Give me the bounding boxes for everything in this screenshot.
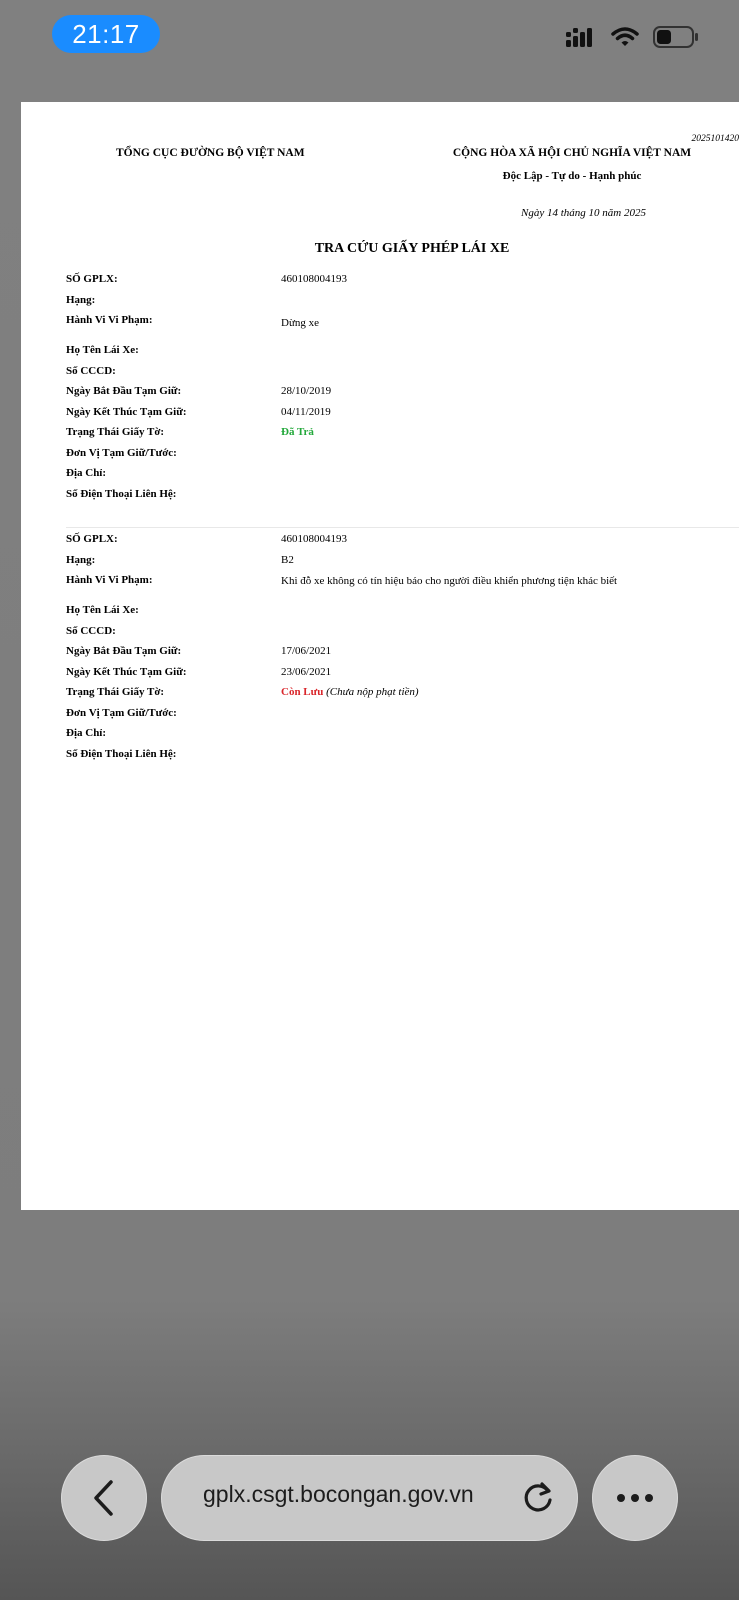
hold-end-date: 23/06/2021 [281, 666, 332, 678]
license-number: 460108004193 [281, 533, 347, 545]
address-bar[interactable]: gplx.csgt.bocongan.gov.vn [161, 1455, 578, 1541]
field-label: Hạng: [66, 554, 96, 566]
license-class: B2 [281, 554, 294, 566]
field-label: SỐ GPLX: [66, 273, 118, 285]
issuing-agency: TỔNG CỤC ĐƯỜNG BỘ VIỆT NAM [116, 147, 305, 159]
field-label: Hành Vi Vi Phạm: [66, 314, 153, 326]
wifi-icon [611, 27, 639, 46]
status-badge: Đã Trả [281, 426, 314, 438]
field-label: Ngày Bắt Đầu Tạm Giữ: [66, 645, 182, 657]
hold-start-date: 28/10/2019 [281, 385, 332, 397]
document-date: Ngày 14 tháng 10 năm 2025 [521, 207, 646, 219]
violation-text: Khi đỗ xe không có tín hiệu báo cho ngườ… [281, 575, 618, 587]
national-title: CỘNG HÒA XÃ HỘI CHỦ NGHĨA VIỆT NAM [452, 147, 692, 159]
field-label: Số CCCD: [66, 625, 116, 637]
record-divider [66, 527, 739, 528]
more-icon [617, 1494, 653, 1502]
hold-end-date: 04/11/2019 [281, 406, 331, 418]
signal-icon [566, 28, 592, 47]
back-chevron-icon [94, 1480, 113, 1516]
field-label: Ngày Bắt Đầu Tạm Giữ: [66, 385, 182, 397]
reload-icon[interactable] [520, 1480, 556, 1516]
status-icons [565, 26, 699, 48]
document-code: 2025101420 [691, 134, 739, 144]
hold-start-date: 17/06/2021 [281, 645, 332, 657]
url-text[interactable]: gplx.csgt.bocongan.gov.vn [203, 1481, 474, 1508]
field-label: Hành Vi Vi Phạm: [66, 574, 153, 586]
license-number: 460108004193 [281, 273, 347, 285]
field-label: SỐ GPLX: [66, 533, 118, 545]
status-time: 21:17 [52, 15, 160, 53]
document-status: Đã Trả [281, 426, 314, 438]
document-status: Còn Lưu (Chưa nộp phạt tiền) [281, 686, 419, 698]
field-label: Họ Tên Lái Xe: [66, 604, 139, 616]
status-note: (Chưa nộp phạt tiền) [326, 686, 419, 698]
field-label: Ngày Kết Thúc Tạm Giữ: [66, 406, 187, 418]
national-motto: Độc Lập - Tự do - Hạnh phúc [502, 170, 642, 182]
field-label: Họ Tên Lái Xe: [66, 344, 139, 356]
back-button[interactable] [61, 1455, 147, 1541]
field-label: Đơn Vị Tạm Giữ/Tước: [66, 707, 177, 719]
field-label: Trạng Thái Giấy Tờ: [66, 686, 165, 698]
violation-text: Dừng xe [281, 317, 320, 329]
more-button[interactable] [592, 1455, 678, 1541]
battery-icon [653, 26, 698, 48]
status-badge: Còn Lưu [281, 686, 324, 698]
field-label: Hạng: [66, 294, 96, 306]
field-label: Số Điện Thoại Liên Hệ: [66, 488, 177, 500]
field-label: Trạng Thái Giấy Tờ: [66, 426, 165, 438]
field-label: Đơn Vị Tạm Giữ/Tước: [66, 447, 177, 459]
field-label: Địa Chỉ: [66, 467, 107, 479]
document-title: TRA CỨU GIẤY PHÉP LÁI XE [314, 241, 510, 256]
field-label: Ngày Kết Thúc Tạm Giữ: [66, 666, 187, 678]
document-page: 2025101420 TỔNG CỤC ĐƯỜNG BỘ VIỆT NAM CỘ… [21, 102, 739, 1210]
field-label: Số CCCD: [66, 365, 116, 377]
field-label: Địa Chỉ: [66, 727, 107, 739]
field-label: Số Điện Thoại Liên Hệ: [66, 748, 177, 760]
